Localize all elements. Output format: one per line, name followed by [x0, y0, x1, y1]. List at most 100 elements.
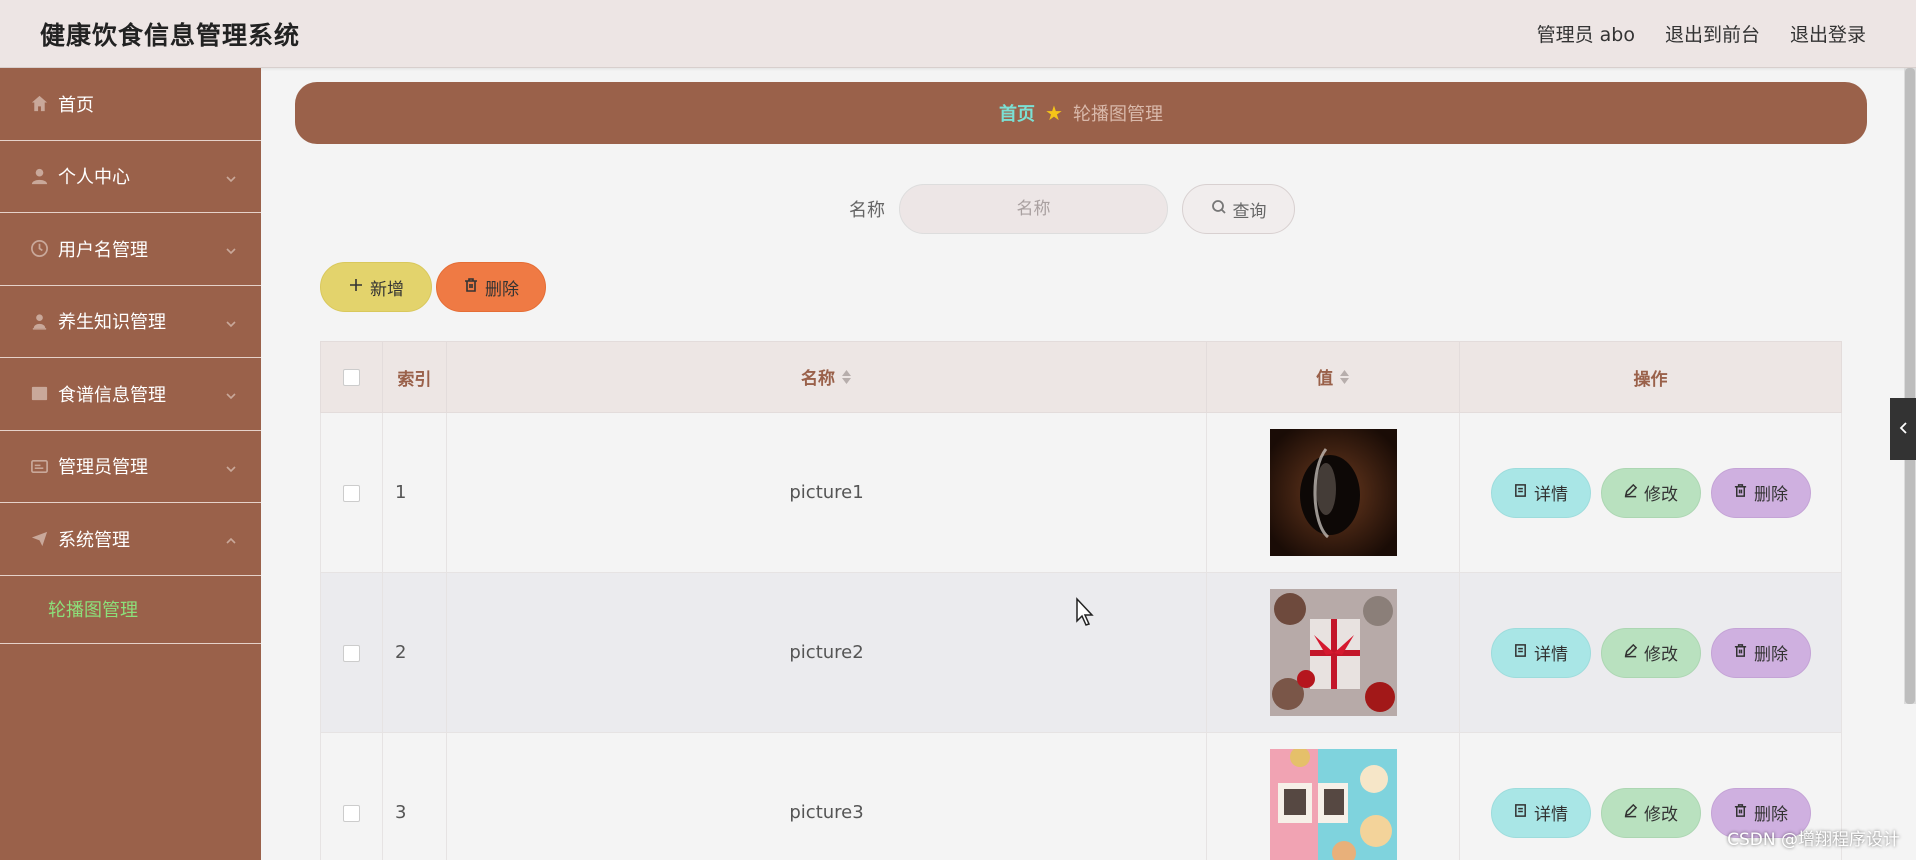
logout-link[interactable]: 退出登录	[1790, 20, 1866, 47]
sort-icon	[841, 369, 852, 390]
batch-delete-button[interactable]: 删除	[436, 262, 546, 312]
coffee-image	[1269, 429, 1397, 556]
chart-icon	[28, 383, 50, 405]
action-buttons: 新增 删除	[320, 262, 546, 312]
delete-button-label: 删除	[1754, 645, 1789, 665]
sidebar-item-personal-center[interactable]: 个人中心	[0, 141, 261, 213]
id-card-icon	[28, 455, 50, 477]
document-icon	[1513, 803, 1528, 823]
trash-icon	[1733, 803, 1748, 823]
row-checkbox[interactable]	[342, 804, 360, 822]
chevron-down-icon	[225, 386, 236, 400]
pencil-icon	[1623, 483, 1638, 503]
chevron-down-icon	[225, 169, 236, 182]
detail-button-label: 详情	[1534, 645, 1569, 665]
sidebar-item-label: 首页	[58, 94, 94, 116]
document-icon	[1513, 483, 1528, 503]
row-checkbox-cell	[320, 572, 383, 733]
gift-food-image	[1269, 589, 1397, 716]
edit-button-label: 修改	[1644, 805, 1679, 825]
name-header-label: 名称	[801, 369, 836, 390]
delete-button[interactable]: 删除	[1710, 467, 1811, 518]
row-ops: 详情 修改 删除	[1459, 572, 1842, 733]
chevron-down-icon	[225, 241, 236, 255]
paper-plane-icon	[28, 528, 50, 550]
row-checkbox[interactable]	[342, 484, 360, 502]
japanese-food-image	[1269, 749, 1397, 860]
value-header-label: 值	[1316, 369, 1334, 390]
trash-icon	[1733, 483, 1748, 503]
detail-button[interactable]: 详情	[1490, 787, 1591, 838]
sidebar-item-label: 用户名管理	[58, 239, 148, 261]
trash-icon	[1733, 643, 1748, 663]
watermark: CSDN @增翔程序设计	[1727, 830, 1900, 850]
breadcrumb: 首页 ★ 轮播图管理	[295, 82, 1867, 144]
table-header-row: 索引 名称 值 操作	[320, 341, 1842, 413]
row-checkbox-cell	[320, 732, 383, 860]
admin-label: 管理员 abo	[1536, 24, 1635, 46]
edit-button[interactable]: 修改	[1600, 787, 1701, 838]
table-row: 1 picture1 详情 修改 删除	[320, 412, 1842, 573]
app-title: 健康饮食信息管理系统	[40, 21, 301, 50]
sidebar-item-username-management[interactable]: 用户名管理	[0, 213, 261, 286]
row-index: 3	[381, 732, 447, 860]
sidebar-item-label: 个人中心	[58, 167, 130, 189]
search-button[interactable]: 查询	[1182, 184, 1295, 234]
batch-delete-button-label: 删除	[485, 279, 519, 300]
detail-button-label: 详情	[1534, 805, 1569, 825]
index-header: 索引	[381, 341, 447, 413]
add-button-label: 新增	[370, 279, 404, 300]
sidebar-item-health-knowledge[interactable]: 养生知识管理	[0, 286, 261, 358]
row-name: picture3	[445, 732, 1208, 860]
chevron-down-icon	[225, 314, 236, 327]
page-scrollbar[interactable]	[1904, 68, 1916, 704]
value-header[interactable]: 值	[1206, 341, 1461, 413]
trash-icon	[463, 277, 479, 298]
side-panel-toggle[interactable]	[1890, 398, 1916, 460]
detail-button[interactable]: 详情	[1490, 627, 1591, 678]
chevron-left-icon	[1898, 420, 1908, 439]
sidebar-item-label: 管理员管理	[58, 457, 148, 479]
row-value	[1206, 732, 1461, 860]
row-checkbox[interactable]	[342, 644, 360, 662]
header-links: 管理员 abo 退出到前台 退出登录	[1537, 20, 1866, 47]
edit-button-label: 修改	[1644, 645, 1679, 665]
scrollbar-thumb[interactable]	[1905, 68, 1915, 704]
row-checkbox-cell	[320, 412, 383, 573]
delete-button-label: 删除	[1754, 485, 1789, 505]
sidebar-item-admin-management[interactable]: 管理员管理	[0, 431, 261, 503]
edit-button[interactable]: 修改	[1600, 467, 1701, 518]
delete-button[interactable]: 删除	[1710, 627, 1811, 678]
top-header: 健康饮食信息管理系统 管理员 abo 退出到前台 退出登录	[0, 0, 1916, 68]
row-value	[1206, 412, 1461, 573]
sidebar-subitem-carousel-management[interactable]: 轮播图管理	[0, 576, 261, 644]
sidebar-item-label: 养生知识管理	[58, 312, 166, 334]
sidebar-item-label: 食谱信息管理	[58, 384, 166, 406]
pencil-icon	[1623, 803, 1638, 823]
to-front-link[interactable]: 退出到前台	[1665, 20, 1760, 47]
star-icon: ★	[1045, 101, 1063, 125]
sidebar-item-recipe-management[interactable]: 食谱信息管理	[0, 358, 261, 431]
select-all-checkbox[interactable]	[342, 368, 360, 386]
edit-button[interactable]: 修改	[1600, 627, 1701, 678]
clock-icon	[28, 238, 50, 260]
select-all-cell	[320, 341, 383, 413]
home-icon	[28, 93, 50, 115]
detail-button[interactable]: 详情	[1490, 467, 1591, 518]
sidebar-item-home[interactable]: 首页	[0, 68, 261, 141]
row-ops: 详情 修改 删除	[1459, 412, 1842, 573]
breadcrumb-home[interactable]: 首页	[999, 100, 1035, 126]
sidebar-item-system-management[interactable]: 系统管理	[0, 503, 261, 576]
search-input[interactable]	[899, 184, 1168, 234]
mouse-cursor-icon	[1076, 597, 1094, 626]
document-icon	[1513, 643, 1528, 663]
row-index: 2	[381, 572, 447, 733]
delete-button-label: 删除	[1754, 805, 1789, 825]
sidebar-item-label: 系统管理	[58, 529, 130, 551]
chevron-up-icon	[225, 531, 236, 544]
add-button[interactable]: 新增	[320, 262, 432, 312]
name-header[interactable]: 名称	[445, 341, 1208, 413]
search-button-label: 查询	[1232, 201, 1267, 222]
search-bar: 名称 查询	[849, 184, 1295, 234]
edit-button-label: 修改	[1644, 485, 1679, 505]
